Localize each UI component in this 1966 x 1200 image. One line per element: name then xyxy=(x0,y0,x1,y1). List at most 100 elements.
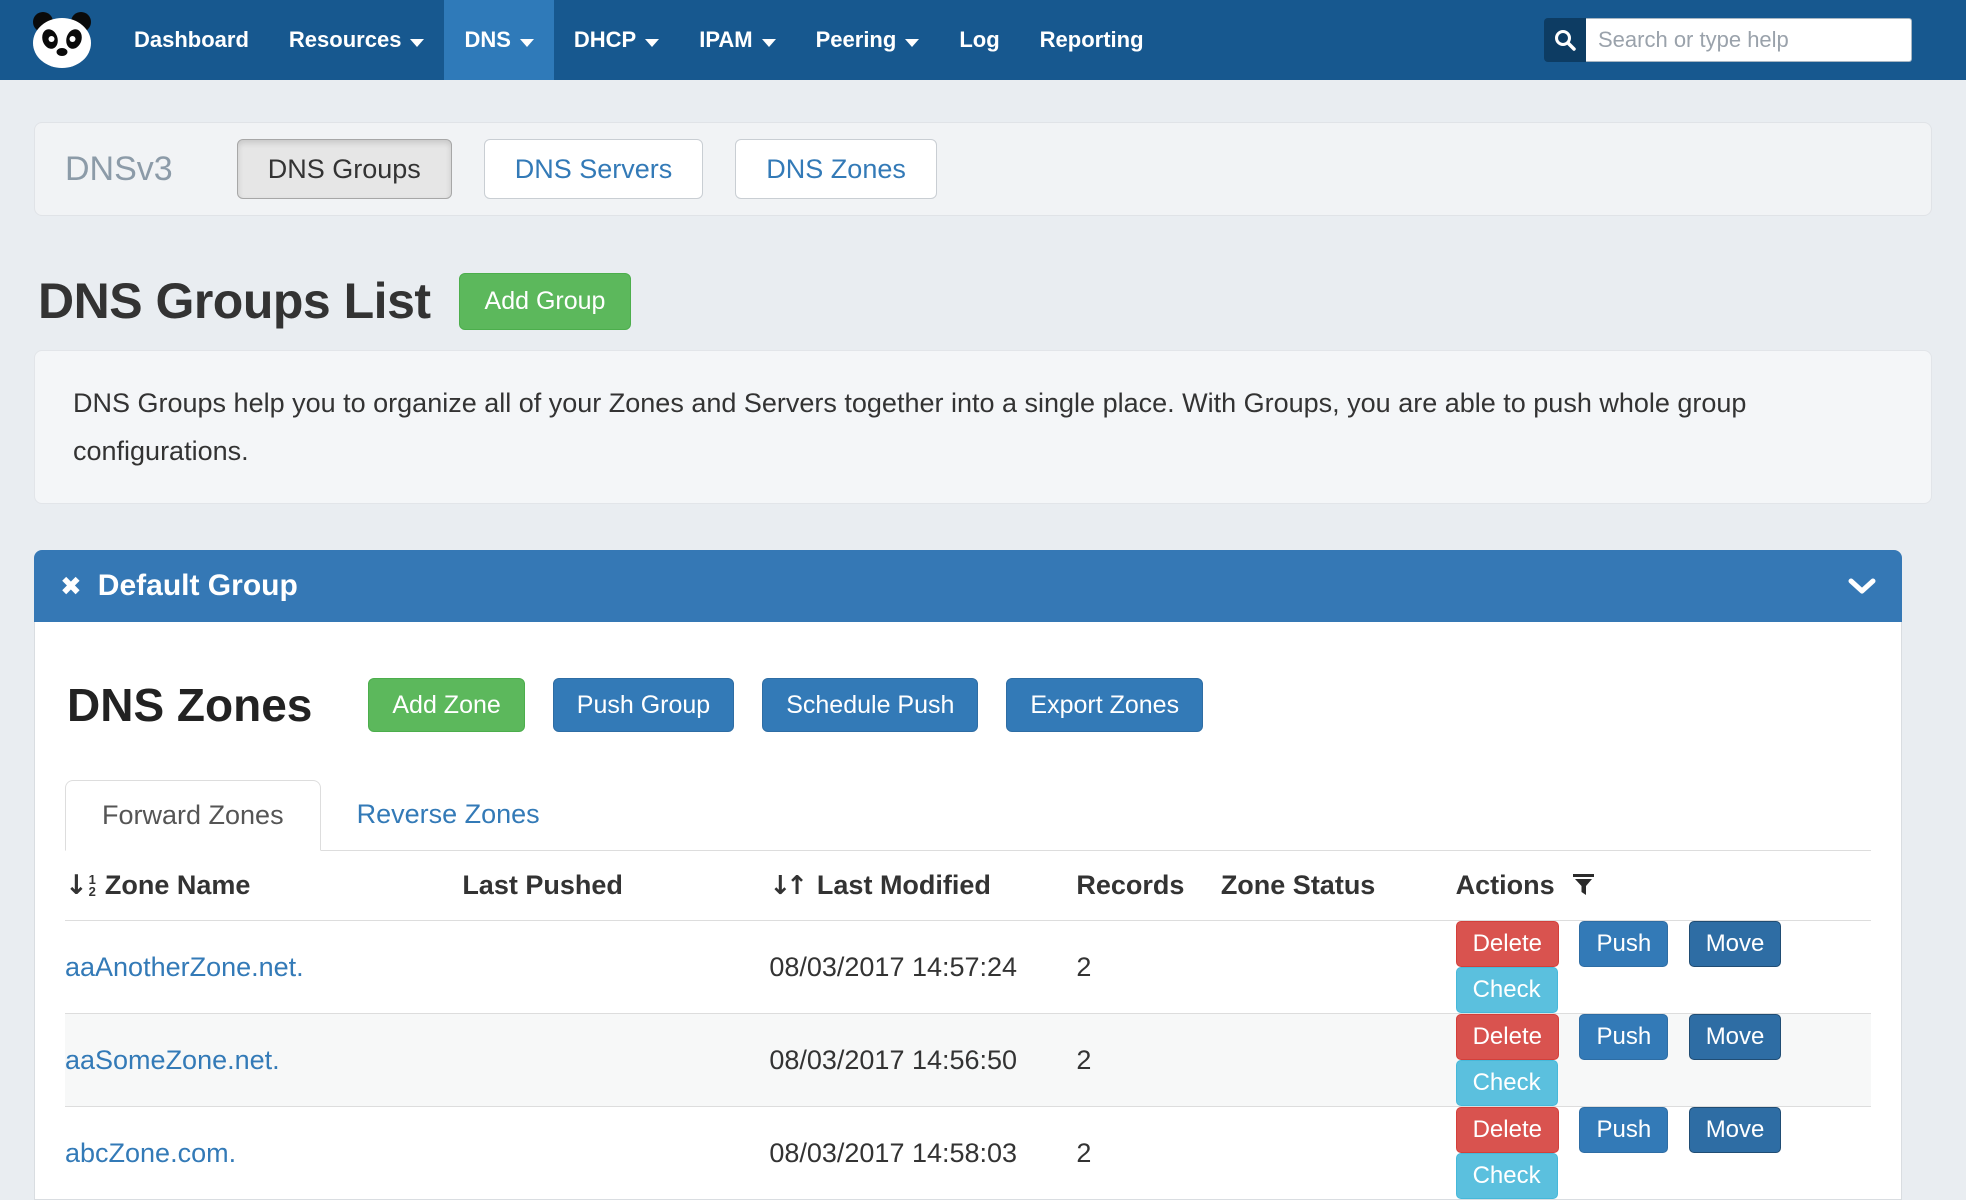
filter-funnel-icon[interactable] xyxy=(1572,874,1596,897)
col-records[interactable]: Records xyxy=(1076,851,1220,921)
check-zone-button[interactable]: Check xyxy=(1456,1060,1558,1106)
move-zone-button[interactable]: Move xyxy=(1689,921,1782,967)
dns-groups-button[interactable]: DNS Groups xyxy=(237,139,452,199)
records-cell: 2 xyxy=(1076,1107,1220,1200)
zone-name-link[interactable]: aaAnotherZone.net. xyxy=(65,952,304,982)
add-group-button[interactable]: Add Group xyxy=(459,273,632,330)
navbar-search xyxy=(1544,18,1912,62)
last-pushed-cell xyxy=(462,921,769,1014)
dnsv3-label: DNSv3 xyxy=(65,150,173,189)
move-zone-button[interactable]: Move xyxy=(1689,1107,1782,1153)
col-last-modified[interactable]: ↓ ↑ Last Modified xyxy=(769,851,1076,921)
last-pushed-cell xyxy=(462,1107,769,1200)
nav-dns-label: DNS xyxy=(464,27,510,53)
table-row: abcZone.com. 08/03/2017 14:58:03 2 Delet… xyxy=(65,1107,1871,1200)
search-icon xyxy=(1554,29,1576,51)
records-cell: 2 xyxy=(1076,1014,1220,1107)
collapse-panel-control[interactable] xyxy=(1848,578,1876,595)
remove-group-icon[interactable]: ✖ xyxy=(60,573,82,599)
col-zone-status-label: Zone Status xyxy=(1221,870,1376,901)
chevron-down-icon xyxy=(1848,578,1876,595)
nav-dhcp-label: DHCP xyxy=(574,27,636,53)
zone-name-link[interactable]: aaSomeZone.net. xyxy=(65,1045,280,1075)
table-header-row: ↓ 1 2 Zone Name Last Pushed xyxy=(65,851,1871,921)
nav-dashboard[interactable]: Dashboard xyxy=(114,0,269,80)
zone-status-cell xyxy=(1221,1107,1456,1200)
nav-resources[interactable]: Resources xyxy=(269,0,445,80)
records-cell: 2 xyxy=(1076,921,1220,1014)
nav-dhcp[interactable]: DHCP xyxy=(554,0,679,80)
push-zone-button[interactable]: Push xyxy=(1579,1014,1668,1060)
delete-zone-button[interactable]: Delete xyxy=(1456,921,1559,967)
page-header: DNS Groups List Add Group xyxy=(38,272,1932,330)
provision-panda-logo[interactable] xyxy=(24,0,100,80)
delete-zone-button[interactable]: Delete xyxy=(1456,1107,1559,1153)
table-row: aaAnotherZone.net. 08/03/2017 14:57:24 2… xyxy=(65,921,1871,1014)
group-panel-body: DNS Zones Add Zone Push Group Schedule P… xyxy=(34,622,1902,1200)
zones-table: ↓ 1 2 Zone Name Last Pushed xyxy=(65,851,1871,1199)
group-title: Default Group xyxy=(98,569,298,603)
page-title: DNS Groups List xyxy=(38,272,431,330)
top-navbar: Dashboard Resources DNS DHCP IPAM Peerin… xyxy=(0,0,1966,80)
check-zone-button[interactable]: Check xyxy=(1456,1153,1558,1199)
nav-resources-label: Resources xyxy=(289,27,402,53)
tab-forward-zones[interactable]: Forward Zones xyxy=(65,780,321,851)
caret-down-icon xyxy=(410,39,424,47)
table-row: aaSomeZone.net. 08/03/2017 14:56:50 2 De… xyxy=(65,1014,1871,1107)
nav-peering-label: Peering xyxy=(816,27,897,53)
nav-peering[interactable]: Peering xyxy=(796,0,940,80)
push-zone-button[interactable]: Push xyxy=(1579,921,1668,967)
sort-updown-icon: ↓ ↑ xyxy=(769,873,808,899)
col-zone-status[interactable]: Zone Status xyxy=(1221,851,1456,921)
nav-reporting[interactable]: Reporting xyxy=(1020,0,1164,80)
check-zone-button[interactable]: Check xyxy=(1456,967,1558,1013)
dns-servers-button[interactable]: DNS Servers xyxy=(484,139,704,199)
nav-log[interactable]: Log xyxy=(939,0,1019,80)
panda-icon xyxy=(30,11,94,69)
col-records-label: Records xyxy=(1076,870,1184,901)
main-nav: Dashboard Resources DNS DHCP IPAM Peerin… xyxy=(114,0,1164,80)
zone-name-link[interactable]: abcZone.com. xyxy=(65,1138,236,1168)
nav-log-label: Log xyxy=(959,27,999,53)
last-modified-cell: 08/03/2017 14:58:03 xyxy=(769,1107,1076,1200)
nav-dashboard-label: Dashboard xyxy=(134,27,249,53)
schedule-push-button[interactable]: Schedule Push xyxy=(762,678,978,732)
col-zone-name-label: Zone Name xyxy=(105,870,251,901)
col-zone-name[interactable]: ↓ 1 2 Zone Name xyxy=(65,851,462,921)
push-group-button[interactable]: Push Group xyxy=(553,678,734,732)
dns-zones-button[interactable]: DNS Zones xyxy=(735,139,937,199)
col-actions-label: Actions xyxy=(1456,870,1555,901)
push-zone-button[interactable]: Push xyxy=(1579,1107,1668,1153)
zones-tabs: Forward Zones Reverse Zones xyxy=(65,780,1871,851)
last-pushed-cell xyxy=(462,1014,769,1107)
caret-down-icon xyxy=(762,39,776,47)
last-modified-cell: 08/03/2017 14:56:50 xyxy=(769,1014,1076,1107)
col-last-modified-label: Last Modified xyxy=(817,870,991,901)
add-zone-button[interactable]: Add Zone xyxy=(368,678,524,732)
tab-reverse-zones[interactable]: Reverse Zones xyxy=(321,780,576,850)
nav-ipam[interactable]: IPAM xyxy=(679,0,795,80)
group-panel-header[interactable]: ✖ Default Group xyxy=(34,550,1902,622)
caret-down-icon xyxy=(905,39,919,47)
dnsv3-subnav: DNSv3 DNS Groups DNS Servers DNS Zones xyxy=(34,122,1932,216)
caret-down-icon xyxy=(645,39,659,47)
last-modified-cell: 08/03/2017 14:57:24 xyxy=(769,921,1076,1014)
zones-toolbar: DNS Zones Add Zone Push Group Schedule P… xyxy=(67,678,1871,732)
col-actions: Actions xyxy=(1456,851,1871,921)
caret-down-icon xyxy=(520,39,534,47)
move-zone-button[interactable]: Move xyxy=(1689,1014,1782,1060)
dns-zones-heading: DNS Zones xyxy=(67,678,312,732)
nav-dns[interactable]: DNS xyxy=(444,0,553,80)
zone-status-cell xyxy=(1221,921,1456,1014)
nav-ipam-label: IPAM xyxy=(699,27,752,53)
delete-zone-button[interactable]: Delete xyxy=(1456,1014,1559,1060)
col-last-pushed-label: Last Pushed xyxy=(462,870,623,901)
zone-status-cell xyxy=(1221,1014,1456,1107)
groups-description-box: DNS Groups help you to organize all of y… xyxy=(34,350,1932,504)
search-button[interactable] xyxy=(1544,18,1586,62)
export-zones-button[interactable]: Export Zones xyxy=(1006,678,1203,732)
col-last-pushed[interactable]: Last Pushed xyxy=(462,851,769,921)
nav-reporting-label: Reporting xyxy=(1040,27,1144,53)
search-input[interactable] xyxy=(1586,18,1912,62)
groups-description-text: DNS Groups help you to organize all of y… xyxy=(73,388,1746,466)
